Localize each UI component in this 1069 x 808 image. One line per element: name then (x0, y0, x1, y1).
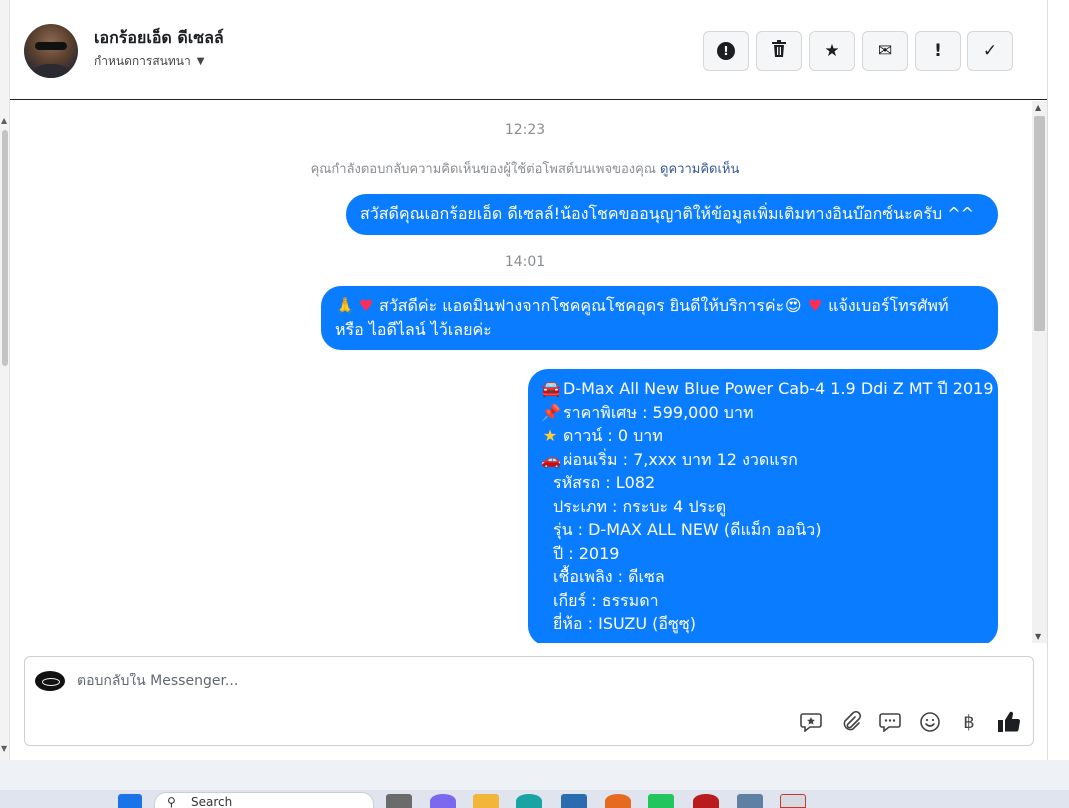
chat-dots-icon (879, 713, 901, 732)
envelope-icon: ✉ (877, 41, 893, 61)
star-icon: ★ (824, 41, 840, 61)
mark-unread-button[interactable]: ✉ (862, 31, 908, 71)
avatar-shirt (28, 64, 74, 78)
conversation-header: เอกร้อยเอ็ด ดีเซลล์ กำหนดการสนทนา ▼ ! ★ … (10, 0, 1047, 100)
delete-button[interactable] (756, 31, 802, 71)
task-view-icon[interactable] (386, 794, 412, 808)
pdf-app-icon[interactable] (780, 794, 806, 808)
media-app-icon[interactable] (693, 794, 719, 808)
exclamation-icon: ! (934, 41, 942, 61)
car-series: รุ่น : D-MAX ALL NEW (ดีแม็ก ออนิว) (553, 520, 822, 539)
conversation-panel: เอกร้อยเอ็ด ดีเซลล์ กำหนดการสนทนา ▼ ! ★ … (10, 0, 1047, 760)
message-scrollbar-thumb[interactable] (1034, 116, 1045, 331)
folded-hands-icon: 🙏 (335, 296, 355, 315)
checkmark-icon: ✓ (982, 41, 998, 61)
quick-reply-button[interactable] (876, 709, 904, 735)
chat-star-icon (800, 713, 822, 732)
search-icon: ⚲ (167, 795, 176, 808)
heart-icon: ♥ (808, 296, 823, 315)
reply-composer: ฿ (24, 656, 1034, 746)
like-button[interactable] (995, 709, 1023, 735)
notes-app-icon[interactable] (737, 794, 763, 808)
scroll-down-arrow-icon[interactable]: ▼ (1035, 632, 1041, 641)
emoji-button[interactable] (916, 709, 944, 735)
baht-icon: ฿ (963, 711, 975, 733)
firefox-icon[interactable] (605, 794, 631, 808)
star-button[interactable]: ★ (809, 31, 855, 71)
done-button[interactable]: ✓ (967, 31, 1013, 71)
reply-context-text: คุณกำลังตอบกลับความคิดเห็นของผู้ใช้ต่อโพ… (310, 162, 656, 177)
windows-start-icon[interactable] (118, 794, 142, 808)
car-installment: ผ่อนเริ่ม : 7,xxx บาท 12 งวดแรก (563, 449, 798, 469)
message-text: สวัสดีคุณเอกร้อยเอ็ด ดีเซลล์!น้องโชคขออน… (360, 204, 975, 223)
heart-icon: ♥ (358, 296, 374, 315)
page-avatar (35, 671, 65, 691)
message-text: แจ้งเบอร์โทรศัพท์ (828, 296, 949, 315)
message-bubble[interactable]: 🚘 D-Max All New Blue Power Cab-4 1.9 Ddi … (528, 369, 998, 643)
star-icon: ★ (542, 426, 558, 445)
car-gear: เกียร์ : ธรรมดา (553, 590, 659, 610)
side-strip (1047, 0, 1069, 760)
paperclip-icon (843, 711, 862, 731)
contact-name[interactable]: เอกร้อยเอ็ด ดีเซลล์ (94, 26, 224, 51)
timestamp: 12:23 (504, 122, 546, 138)
message-text: สวัสดีค่ะ แอดมินฟางจากโชคคูณโชคอุดร ยินด… (379, 296, 785, 315)
message-bubble[interactable]: 🙏 ♥ สวัสดีค่ะ แอดมินฟางจากโชคคูณโชคอุดร ยิ… (321, 286, 998, 350)
caret-down-icon: ▼ (196, 56, 205, 67)
pushpin-icon: 📌 (541, 402, 561, 422)
car-icon: 🚗 (541, 449, 561, 469)
page-scrollbar-thumb[interactable] (2, 130, 8, 366)
car-brand: ยี่ห้อ : ISUZU (อีซูซุ) (553, 614, 696, 633)
line-app-icon[interactable] (648, 794, 674, 808)
store-icon[interactable] (561, 794, 587, 808)
page-scrollbar[interactable]: ▲ ▼ (0, 0, 10, 760)
timestamp: 14:01 (504, 254, 546, 270)
file-explorer-icon[interactable] (473, 794, 499, 808)
car-type: ประเภท : กระบะ 4 ประตู (553, 496, 727, 516)
taskbar-search[interactable]: ⚲ Search (154, 792, 374, 808)
message-text: หรือ ไอดีไลน์ ไว้เลยค่ะ (335, 320, 492, 339)
car-icon: 🚘 (541, 379, 561, 398)
message-list[interactable]: 12:23 คุณกำลังตอบกลับความคิดเห็นของผู้ใช… (10, 101, 1047, 643)
report-button[interactable]: ! (703, 31, 749, 71)
heart-eyes-icon: 😍 (784, 296, 802, 315)
conversation-settings-dropdown[interactable]: กำหนดการสนทนา ▼ (94, 52, 204, 71)
smiley-icon (920, 712, 940, 732)
car-year: ปี : 2019 (553, 543, 620, 563)
chat-app-icon[interactable] (430, 794, 456, 808)
car-price: ราคาพิเศษ : 599,000 บาท (563, 402, 754, 422)
car-down-payment: ดาวน์ : 0 บาท (563, 426, 663, 445)
spam-button[interactable]: ! (915, 31, 961, 71)
car-model: D-Max All New Blue Power Cab-4 1.9 Ddi Z… (563, 379, 994, 398)
message-scrollbar[interactable]: ▲ ▼ (1032, 101, 1047, 643)
thumbs-up-icon (998, 711, 1021, 732)
conversation-settings-label: กำหนดการสนทนา (94, 54, 191, 68)
alert-circle-icon: ! (717, 42, 735, 60)
car-fuel: เชื้อเพลิง : ดีเซล (553, 567, 665, 586)
taskbar-search-label: Search (191, 795, 233, 808)
payment-button[interactable]: ฿ (955, 709, 983, 735)
scroll-up-arrow-icon[interactable]: ▲ (1, 116, 7, 125)
view-comment-link[interactable]: ดูความคิดเห็น (660, 162, 739, 177)
attach-button[interactable] (837, 709, 865, 735)
message-bubble[interactable]: สวัสดีคุณเอกร้อยเอ็ด ดีเซลล์!น้องโชคขออน… (346, 194, 998, 235)
trash-icon (771, 39, 787, 63)
scroll-down-arrow-icon[interactable]: ▼ (1, 744, 7, 753)
car-code: รหัสรถ : L082 (553, 473, 656, 492)
taskbar-top-strip (0, 760, 1069, 790)
edge-browser-icon[interactable] (516, 794, 542, 808)
reply-context-note: คุณกำลังตอบกลับความคิดเห็นของผู้ใช้ต่อโพ… (10, 158, 1040, 179)
reply-input[interactable] (77, 673, 777, 689)
saved-reply-button[interactable] (797, 709, 825, 735)
avatar-glasses (35, 42, 67, 50)
scroll-up-arrow-icon[interactable]: ▲ (1035, 103, 1041, 112)
avatar[interactable] (24, 24, 78, 78)
